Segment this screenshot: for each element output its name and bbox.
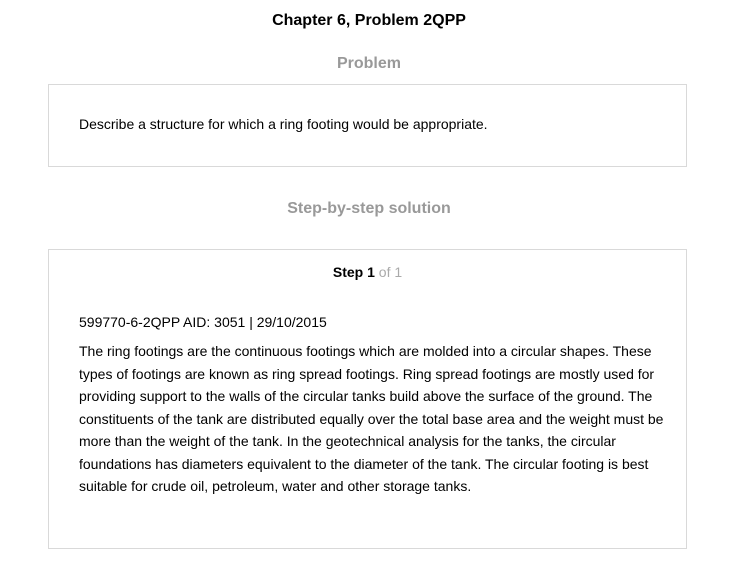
- problem-heading: Problem: [336, 55, 401, 72]
- step-body-text: The ring footings are the continuous foo…: [79, 343, 664, 494]
- solution-card: Step 1 of 1 599770-6-2QPP AID: 3051 | 29…: [48, 249, 687, 549]
- solution-heading: Step-by-step solution: [287, 200, 451, 217]
- step-word: Step: [332, 264, 364, 280]
- step-current-number: 1: [367, 264, 375, 280]
- step-total: of 1: [378, 264, 403, 280]
- problem-card: Describe a structure for which a ring fo…: [48, 84, 687, 167]
- step-indicator: Step 1 of 1: [49, 263, 686, 281]
- step-meta: 599770-6-2QPP AID: 3051 | 29/10/2015: [79, 314, 327, 330]
- page-title: Chapter 6, Problem 2QPP: [272, 12, 466, 29]
- problem-text: Describe a structure for which a ring fo…: [79, 116, 488, 132]
